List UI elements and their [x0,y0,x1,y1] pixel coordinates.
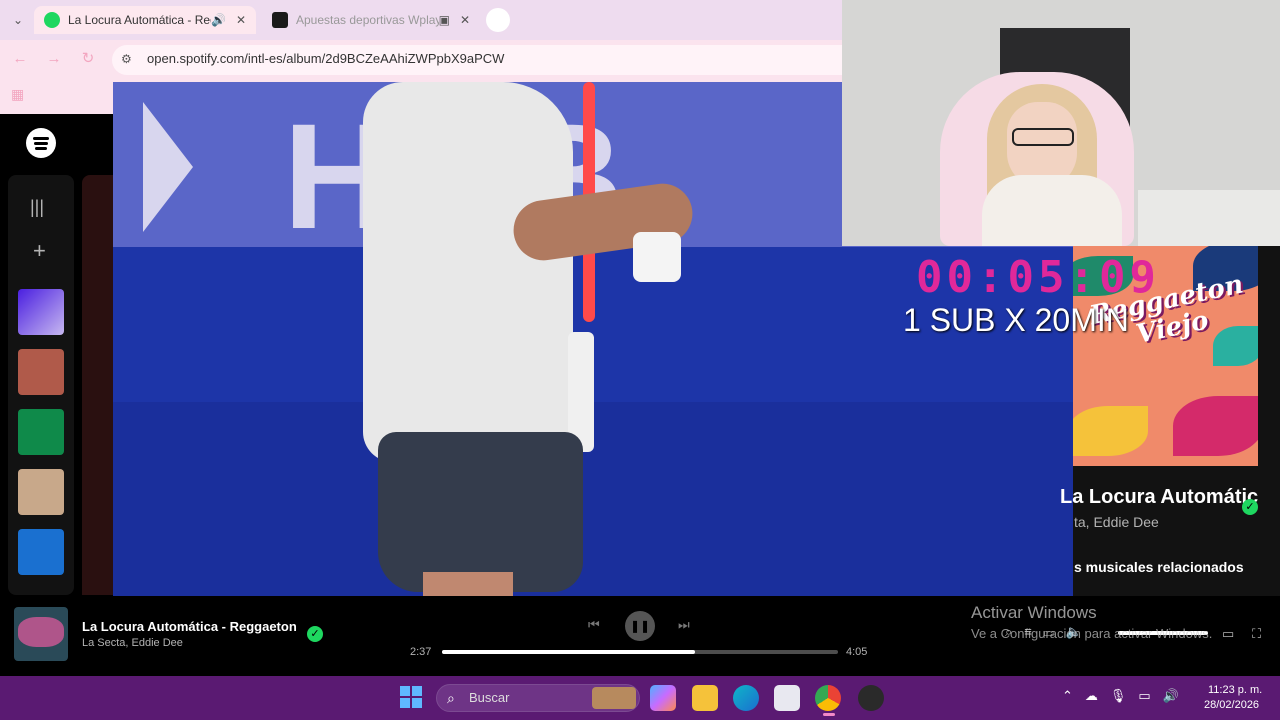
site-info-icon[interactable]: ⚙ [121,52,132,66]
streamer-body [982,175,1122,246]
sponsor-logo-icon [143,102,193,232]
activation-watermark-title: Activar Windows [971,603,1097,622]
tab-wplay[interactable]: Apuestas deportivas Wplay ▣ ✕ [262,6,480,34]
tab-title: Apuestas deportivas Wplay [296,13,439,27]
spotify-logo-icon[interactable] [26,128,56,158]
wristband [633,232,681,282]
reload-icon[interactable]: ↻ [78,50,98,68]
chrome-icon[interactable] [815,685,841,711]
forward-icon[interactable]: → [44,50,64,68]
search-highlight-icon [592,687,636,709]
pause-button[interactable]: ❚❚ [625,611,655,641]
store-icon[interactable] [774,685,800,711]
library-item[interactable] [18,349,64,395]
search-placeholder: Buscar [469,690,510,705]
edge-icon[interactable] [733,685,759,711]
new-tab-button[interactable] [486,8,510,32]
leaf [1213,326,1258,366]
back-icon[interactable]: ← [10,50,30,68]
now-playing-artists[interactable]: ta, Eddie Dee [1074,514,1159,530]
bookmark-icon[interactable] [18,409,64,455]
saved-check-icon[interactable]: ✓ [1242,499,1258,515]
next-icon[interactable]: ⏭ [678,617,690,633]
leaf [1173,396,1258,456]
saved-check-icon[interactable]: ✓ [307,626,323,642]
wplay-favicon-icon [272,12,288,28]
player-figure [363,82,573,462]
now-playing-title[interactable]: La Locura Automátic [1060,486,1258,509]
speaker-icon[interactable]: 🔊 [211,13,226,27]
sub-rule-text: 1 SUB X 20MIN [903,302,1129,338]
apps-grid-icon[interactable]: ▦ [11,86,27,102]
webcam-feed [842,0,1280,246]
search-icon: ⌕ [447,690,455,706]
elapsed-time: 2:37 [410,646,432,658]
close-tab-icon[interactable]: ✕ [460,13,470,27]
track-artist[interactable]: La Secta, Eddie Dee [82,637,183,649]
streamer-glasses [1012,128,1074,146]
leaf [1073,406,1148,456]
url-text[interactable]: open.spotify.com/intl-es/album/2d9BCZeAA… [147,51,504,66]
spotify-favicon-icon [44,12,60,28]
fullscreen-icon[interactable]: ⛶ [1252,626,1261,642]
miniplayer-icon[interactable]: ▭ [1222,626,1234,642]
file-explorer-icon[interactable] [692,685,718,711]
subathon-timer: 00:05:09 [916,252,1160,303]
tab-search-icon[interactable]: ⌄ [8,10,28,30]
system-tray[interactable]: ⌃☁🎙▭🔊 [1062,688,1191,704]
room-bed [1138,190,1280,246]
library-item[interactable] [18,529,64,575]
liked-songs-icon[interactable] [18,289,64,335]
obs-icon[interactable] [858,685,884,711]
total-time: 4:05 [846,646,868,658]
tab-title: La Locura Automática - Reg [68,13,211,27]
previous-icon[interactable]: ⏮ [588,617,600,633]
create-plus-icon[interactable]: + [33,238,46,264]
activation-watermark-subtitle: Ve a Configuración para activar Windows. [971,626,1213,641]
main-view [82,175,116,595]
track-cover[interactable] [14,607,68,661]
windows-start-icon[interactable] [400,686,422,708]
picture-in-picture-icon[interactable]: ▣ [439,13,450,27]
tab-spotify[interactable]: La Locura Automática - Reg 🔊 ✕ [34,6,256,34]
clock-time[interactable]: 11:23 p. m. [1208,684,1262,696]
progress-bar[interactable] [442,650,838,654]
player-shorts [378,432,583,592]
track-title[interactable]: La Locura Automática - Reggaeton [82,619,297,634]
library-icon[interactable]: ||| [30,197,44,218]
progress-fill [442,650,696,654]
close-tab-icon[interactable]: ✕ [236,13,246,27]
clock-date[interactable]: 28/02/2026 [1204,699,1259,711]
active-app-indicator [823,713,835,716]
copilot-icon[interactable] [650,685,676,711]
library-item[interactable] [18,469,64,515]
related-videos-heading: s musicales relacionados [1074,559,1244,575]
